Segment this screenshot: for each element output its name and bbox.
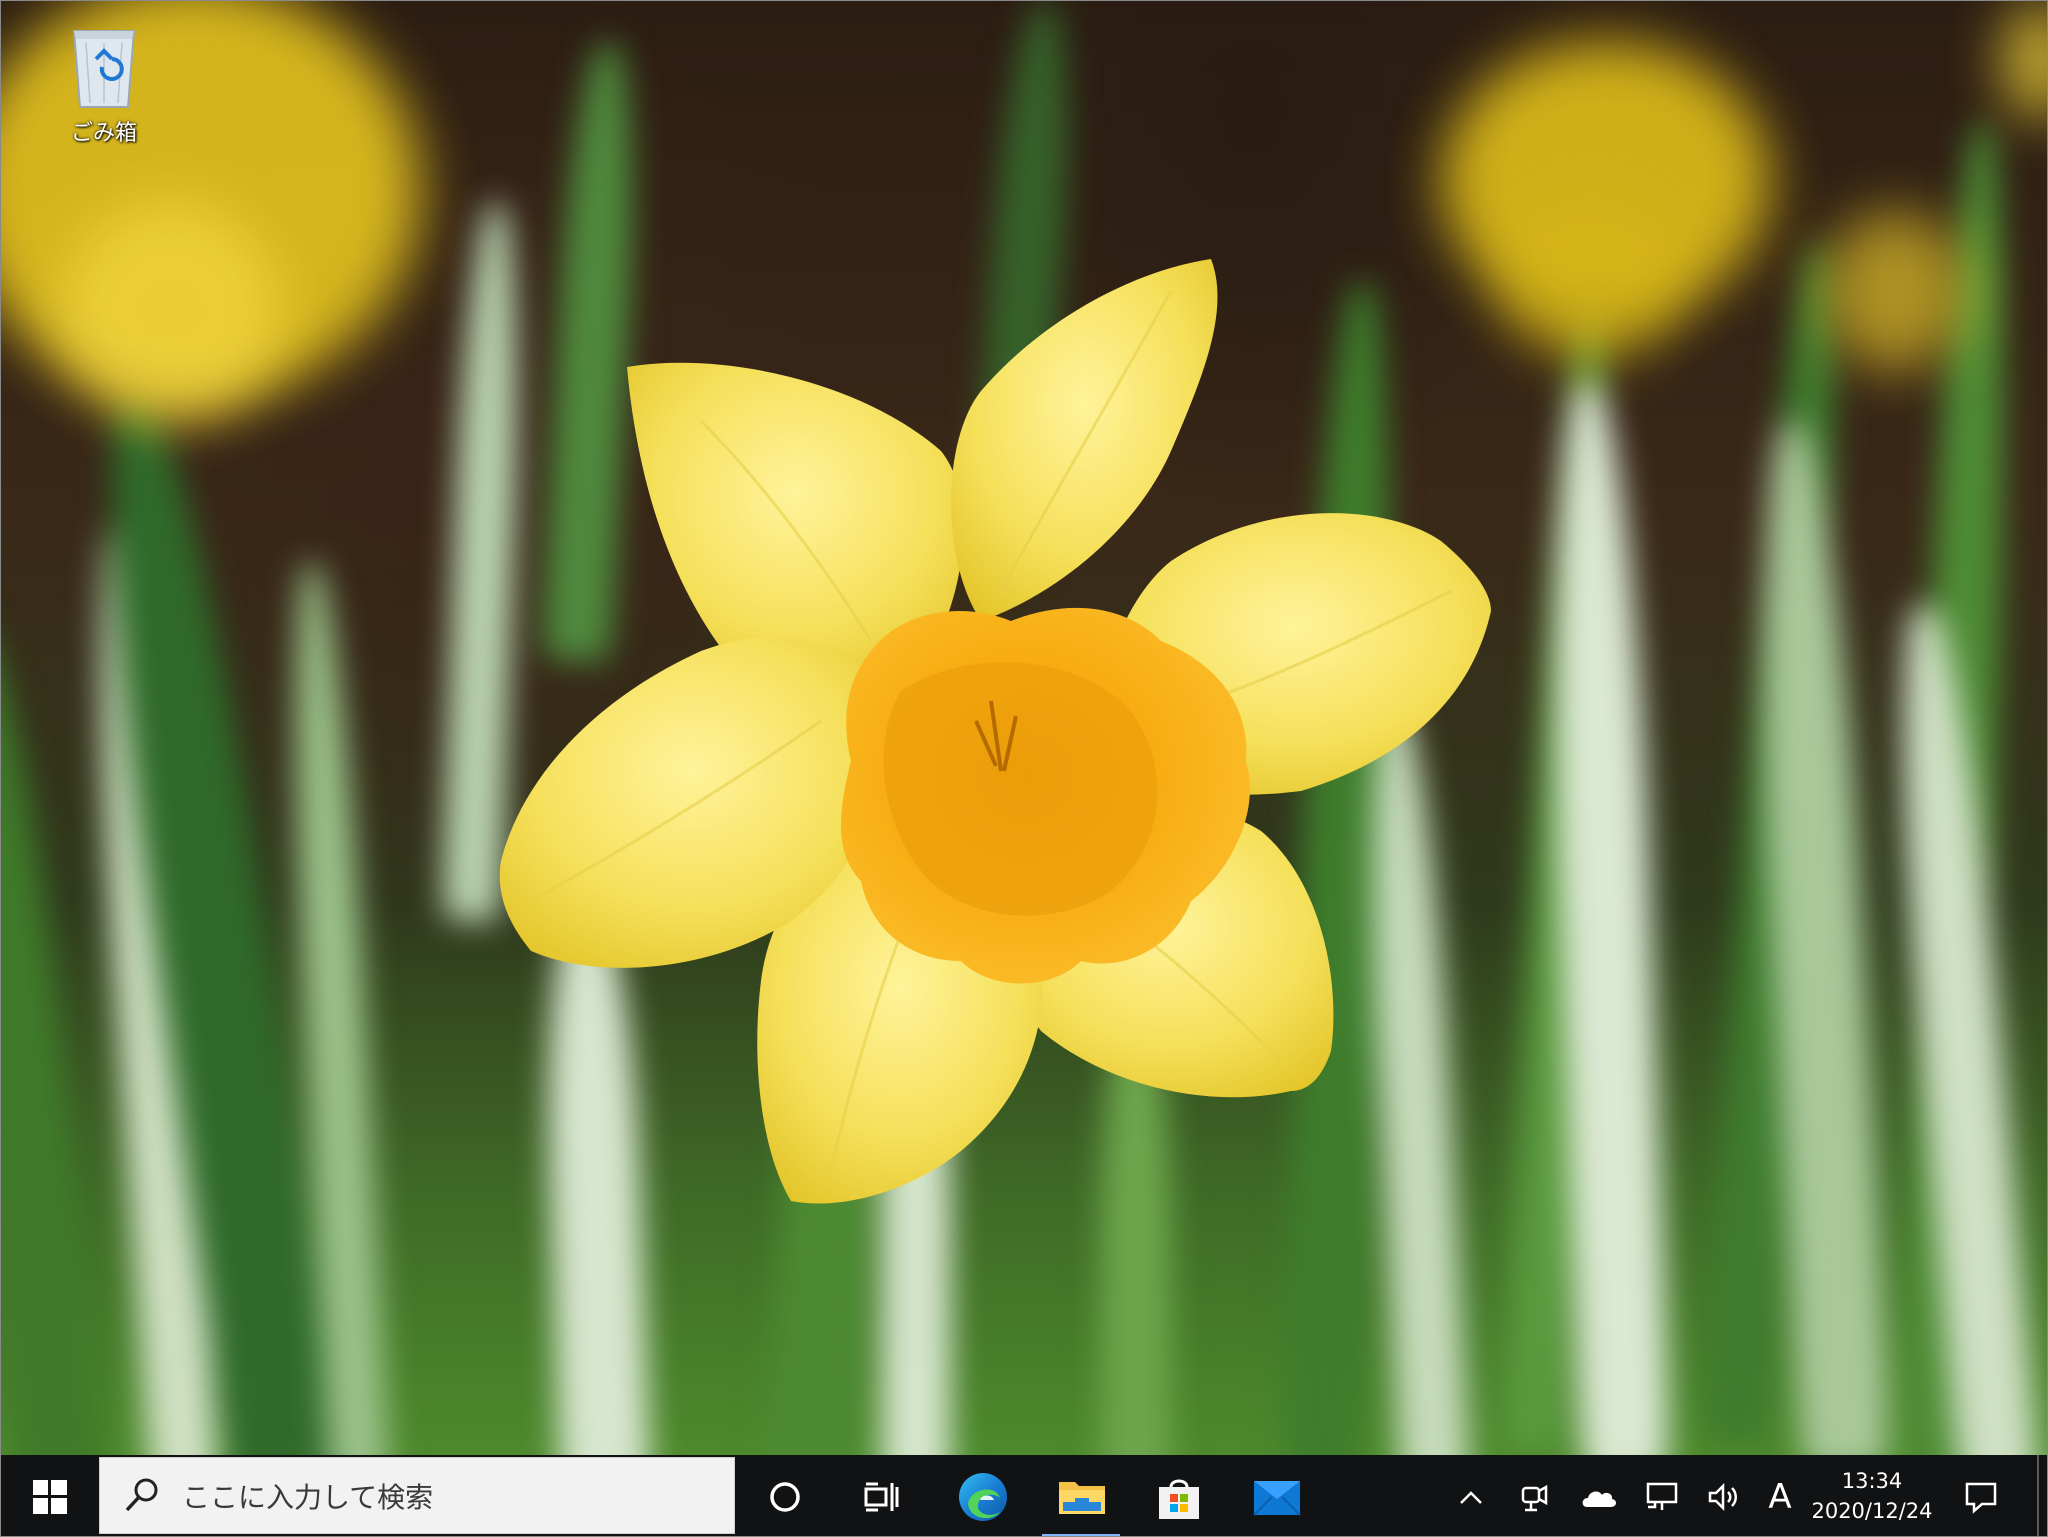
onedrive-icon <box>1582 1490 1617 1507</box>
meet-now-icon <box>1521 1484 1548 1511</box>
folder-icon <box>1059 1481 1105 1514</box>
action-center-button[interactable] <box>1951 1455 2011 1536</box>
taskbar: ここに入力して検索 <box>1 1455 2047 1536</box>
show-hidden-icons-button[interactable] <box>1449 1455 1493 1536</box>
search-icon <box>125 1478 158 1511</box>
clock-date: 2020/12/24 <box>1811 1499 1933 1523</box>
clock-time: 13:34 <box>1841 1469 1903 1493</box>
desktop-icon-recycle-bin[interactable]: ごみ箱 <box>49 17 159 157</box>
action-center-icon <box>1965 1482 1997 1514</box>
cortana-button[interactable] <box>745 1455 825 1536</box>
windows-logo-icon <box>33 1479 67 1514</box>
edge-icon <box>959 1472 1007 1521</box>
volume-icon <box>1708 1482 1737 1511</box>
mail-icon <box>1253 1480 1301 1516</box>
search-placeholder: ここに入力して検索 <box>182 1480 434 1514</box>
taskbar-clock[interactable]: 13:34 2020/12/24 <box>1801 1455 1943 1536</box>
volume-button[interactable] <box>1701 1455 1747 1536</box>
daffodil-flower <box>499 259 1491 1204</box>
network-icon <box>1646 1482 1678 1510</box>
file-explorer-taskbar-button[interactable] <box>1042 1455 1122 1536</box>
store-taskbar-button[interactable] <box>1139 1455 1219 1536</box>
start-button[interactable] <box>1 1455 99 1536</box>
onedrive-button[interactable] <box>1575 1455 1623 1536</box>
meet-now-button[interactable] <box>1511 1455 1557 1536</box>
task-view-icon <box>864 1482 899 1511</box>
cortana-icon <box>770 1481 800 1512</box>
screen: ごみ箱 ここに入力して検索 A 13:34 2020/12/24 <box>0 0 2048 1537</box>
store-icon <box>1159 1479 1199 1519</box>
chevron-up-icon <box>1460 1490 1482 1504</box>
recycle-bin-label: ごみ箱 <box>70 121 137 146</box>
show-desktop-button[interactable] <box>2037 1455 2039 1536</box>
mail-taskbar-button[interactable] <box>1237 1455 1317 1536</box>
taskbar-search-box[interactable]: ここに入力して検索 <box>99 1457 735 1534</box>
edge-taskbar-button[interactable] <box>941 1455 1025 1536</box>
recycle-bin-icon <box>72 30 136 108</box>
desktop-wallpaper <box>1 1 2047 1455</box>
ime-mode-indicator[interactable]: A <box>1763 1455 1797 1536</box>
task-view-button[interactable] <box>841 1455 921 1536</box>
network-button[interactable] <box>1639 1455 1685 1536</box>
